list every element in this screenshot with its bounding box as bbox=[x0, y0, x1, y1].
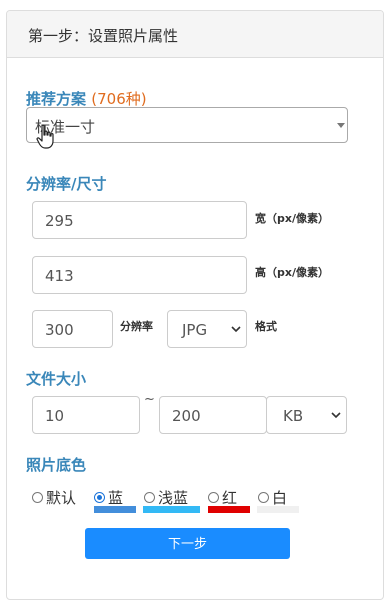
dpi-value: 300 bbox=[45, 321, 74, 339]
format-label: 格式 bbox=[255, 320, 277, 333]
height-unit-label: 高（px/像素） bbox=[255, 266, 329, 279]
filesize-max-value: 200 bbox=[172, 407, 201, 425]
red-swatch bbox=[208, 506, 250, 513]
bg-option-label: 白 bbox=[272, 489, 288, 507]
format-value: JPG bbox=[182, 321, 208, 339]
width-unit-label: 宽（px/像素） bbox=[255, 212, 329, 225]
plan-label: 推荐方案 bbox=[26, 90, 87, 108]
bg-option-lightblue[interactable]: 浅蓝 bbox=[144, 487, 188, 508]
panel-header: 第一步：设置照片属性 bbox=[7, 11, 383, 58]
chevron-down-icon bbox=[231, 326, 241, 333]
dpi-input[interactable]: 300 bbox=[32, 310, 113, 348]
bg-option-label: 浅蓝 bbox=[158, 489, 189, 507]
plan-select[interactable]: 标准一寸 bbox=[26, 107, 348, 143]
bg-option-default[interactable]: 默认 bbox=[32, 487, 76, 508]
bg-option-red[interactable]: 红 bbox=[208, 487, 237, 508]
radio-button[interactable] bbox=[32, 492, 43, 503]
filesize-section-title: 文件大小 bbox=[26, 370, 87, 388]
bg-option-label: 红 bbox=[222, 489, 238, 507]
white-swatch bbox=[257, 506, 299, 513]
lightblue-swatch bbox=[143, 506, 200, 513]
chevron-down-icon bbox=[337, 123, 345, 128]
blue-swatch bbox=[94, 506, 136, 513]
next-step-button[interactable]: 下一步 bbox=[85, 528, 290, 559]
filesize-unit-select[interactable]: KB bbox=[266, 396, 347, 434]
width-value: 295 bbox=[45, 212, 74, 230]
radio-button[interactable] bbox=[258, 492, 269, 503]
radio-button[interactable] bbox=[144, 492, 155, 503]
dpi-label: 分辨率 bbox=[120, 320, 153, 333]
hand-cursor-icon bbox=[36, 124, 54, 149]
filesize-min-value: 10 bbox=[45, 407, 65, 425]
chevron-down-icon bbox=[331, 412, 341, 419]
height-input[interactable]: 413 bbox=[32, 256, 247, 294]
plan-section-title: 推荐方案 (706种) bbox=[26, 88, 147, 109]
bg-section-title: 照片底色 bbox=[26, 456, 87, 474]
width-input[interactable]: 295 bbox=[32, 201, 247, 239]
filesize-min-input[interactable]: 10 bbox=[32, 396, 140, 434]
bg-option-blue[interactable]: 蓝 bbox=[94, 487, 123, 508]
height-value: 413 bbox=[45, 267, 74, 285]
size-section-title: 分辨率/尺寸 bbox=[26, 175, 107, 193]
bg-option-label: 蓝 bbox=[108, 489, 124, 507]
bg-option-label: 默认 bbox=[46, 489, 77, 507]
plan-count: (706种) bbox=[91, 90, 147, 108]
filesize-max-input[interactable]: 200 bbox=[159, 396, 267, 434]
bg-option-white[interactable]: 白 bbox=[258, 487, 287, 508]
format-select[interactable]: JPG bbox=[167, 310, 247, 348]
radio-button[interactable] bbox=[208, 492, 219, 503]
panel-title: 第一步：设置照片属性 bbox=[28, 27, 179, 45]
radio-button-checked[interactable] bbox=[94, 492, 105, 503]
range-separator: ~ bbox=[144, 392, 155, 407]
filesize-unit-value: KB bbox=[283, 407, 304, 425]
